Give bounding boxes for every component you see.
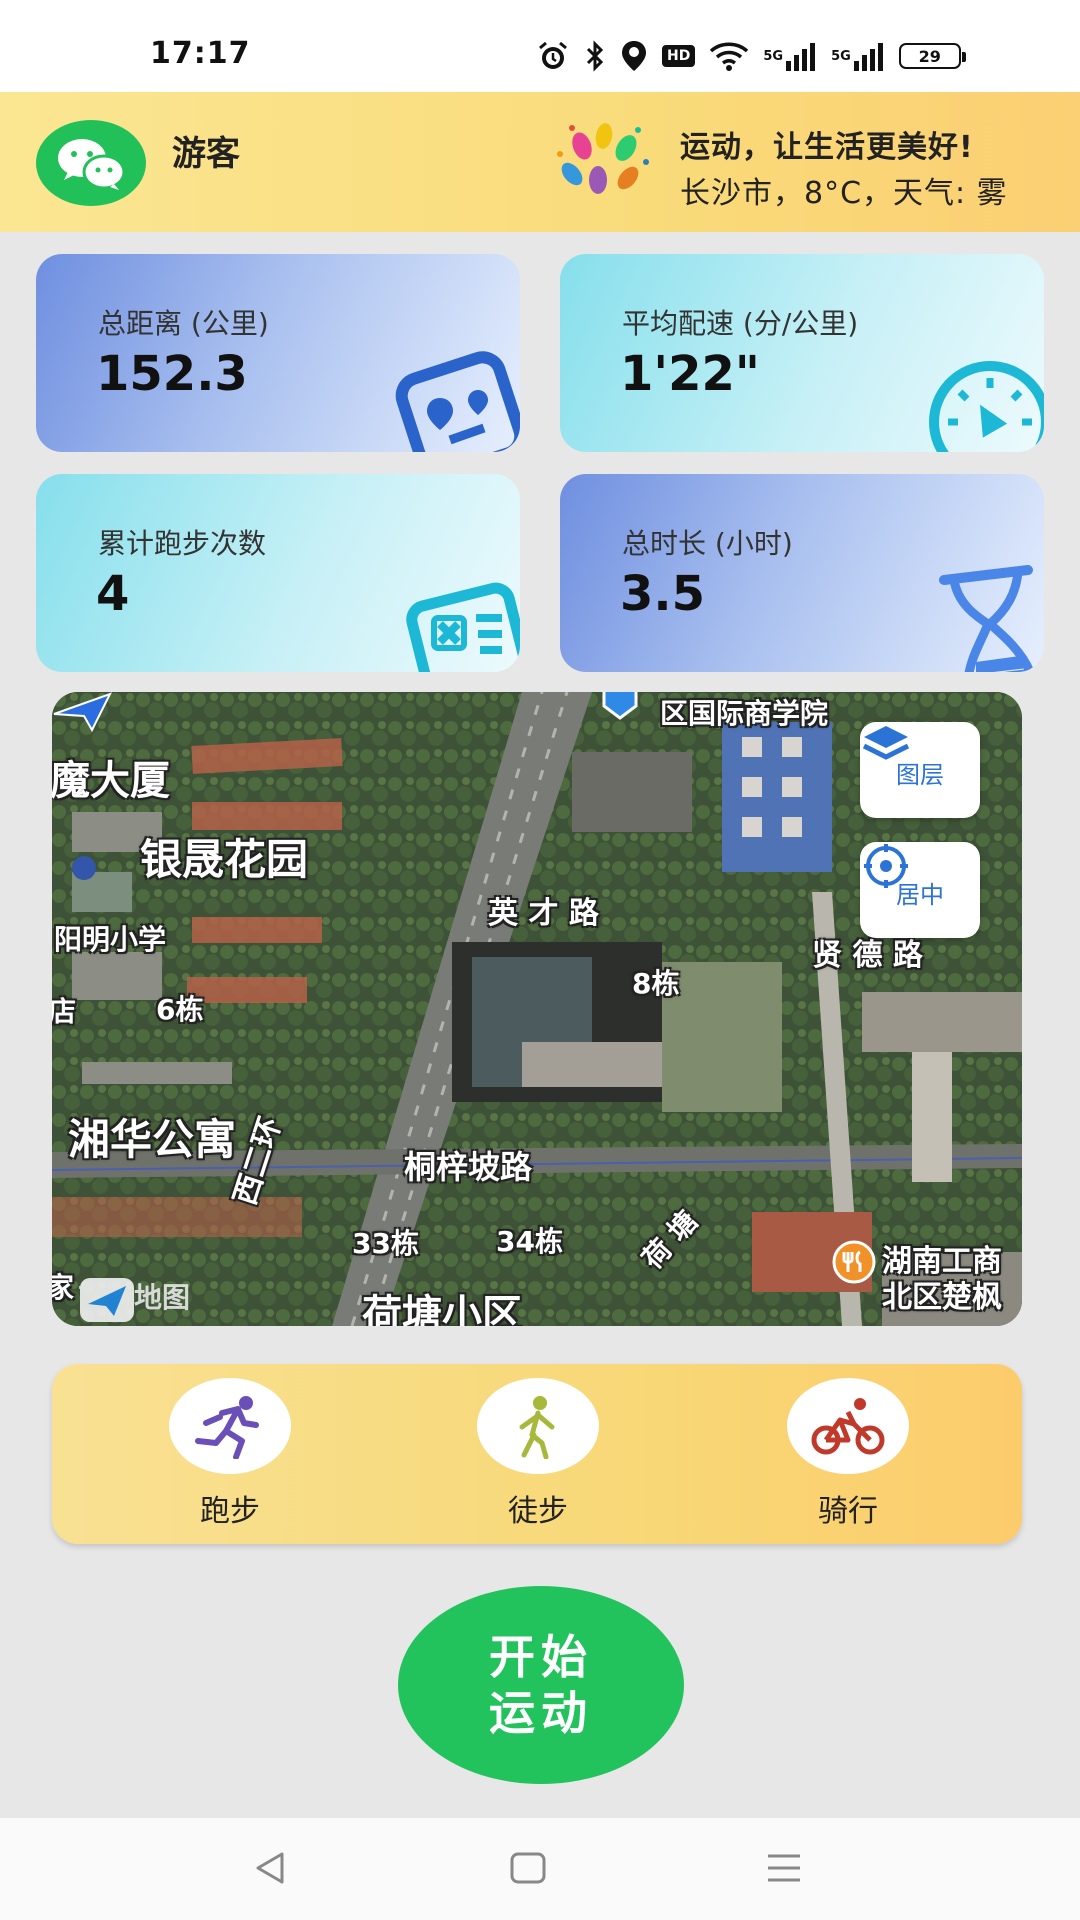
location-icon	[620, 39, 648, 73]
locate-center-icon	[864, 844, 908, 888]
map-label-building-top-left: 魔大厦	[52, 758, 170, 804]
amap-logo-icon	[80, 1278, 134, 1322]
footprint-logo-icon	[552, 118, 652, 202]
map-label-store: 店	[52, 995, 77, 1028]
map-label-building-34: 34栋	[496, 1225, 563, 1258]
map-label-yangming-school: 阳明小学	[54, 923, 167, 956]
status-icons: HD 5G 5G 29	[536, 38, 966, 74]
start-button-line2: 运动	[489, 1686, 593, 1740]
map-view[interactable]: 区国际商学院 魔大厦 银晟花园 阳明小学 店 6栋 英 才 路 8栋 贤 德 路…	[52, 692, 1022, 1326]
user-name[interactable]: 游客	[172, 126, 240, 175]
map-label-yinsheng-garden: 银晟花园	[140, 835, 309, 884]
wifi-icon	[709, 40, 749, 72]
status-time: 17:17	[150, 36, 251, 71]
poi-pin-icon[interactable]	[600, 692, 640, 720]
map-label-building-8: 8栋	[632, 967, 680, 1000]
header-banner: 游客 运动，让生活更美好! 长沙市，8°C，天气: 雾	[0, 92, 1080, 232]
stat-value-duration: 3.5	[620, 566, 706, 622]
hiking-icon	[519, 1396, 555, 1459]
sport-label-hiking: 徒步	[508, 1494, 568, 1529]
sport-label-cycling: 骑行	[818, 1494, 878, 1529]
layers-icon	[862, 726, 910, 760]
sport-type-panel: 跑步 徒步 骑行	[52, 1364, 1022, 1544]
map-center-button[interactable]: 居中	[860, 842, 980, 938]
hd-icon: HD	[662, 45, 696, 67]
stat-card-duration[interactable]: 总时长 (小时) 3.5	[560, 474, 1044, 672]
status-bar: 17:17 HD 5G 5G 29	[0, 0, 1080, 92]
sport-option-running[interactable]: 跑步	[160, 1378, 300, 1530]
map-label-building-6: 6栋	[156, 993, 204, 1026]
map-label-north-campus: 北区楚枫	[882, 1280, 1002, 1315]
map-label-building-33: 33栋	[352, 1227, 419, 1260]
map-label-xianghua-apartment: 湘华公寓	[68, 1115, 237, 1164]
stat-value-count: 4	[96, 566, 130, 622]
running-icon	[195, 1396, 259, 1459]
battery-icon: 29	[898, 43, 966, 69]
bluetooth-icon	[584, 40, 606, 72]
map-label-home: 家	[52, 1271, 75, 1304]
map-provider-logo: 高德地图	[78, 1276, 190, 1322]
menu-icon[interactable]	[764, 1848, 804, 1888]
signal-icon-2: 5G	[831, 41, 885, 71]
map-layers-button[interactable]: 图层	[860, 722, 980, 818]
stat-label-duration: 总时长 (小时)	[622, 527, 793, 560]
hourglass-icon	[939, 565, 1044, 672]
stat-card-count[interactable]: 累计跑步次数 4	[36, 474, 520, 672]
map-label-business-school: 区国际商学院	[660, 697, 829, 730]
map-pin-icon	[395, 351, 520, 452]
stat-value-pace: 1'22"	[620, 346, 760, 402]
sport-option-cycling[interactable]: 骑行	[778, 1378, 918, 1530]
sport-option-hiking[interactable]: 徒步	[468, 1378, 608, 1530]
current-location-arrow-icon	[53, 692, 112, 732]
signal-icon: 5G	[763, 41, 817, 71]
sport-label-running: 跑步	[200, 1494, 260, 1529]
map-label-tongzipo-road: 桐梓坡路	[404, 1148, 533, 1186]
stat-card-pace[interactable]: 平均配速 (分/公里) 1'22"	[560, 254, 1044, 452]
wechat-avatar[interactable]	[36, 120, 146, 206]
stat-value-distance: 152.3	[96, 346, 248, 402]
wechat-icon	[58, 139, 126, 190]
back-icon[interactable]	[250, 1848, 290, 1888]
system-navigation-bar	[0, 1818, 1080, 1920]
speedometer-icon	[929, 361, 1044, 452]
stat-label-count: 累计跑步次数	[98, 527, 267, 560]
start-button-line1: 开始	[489, 1630, 593, 1684]
stat-label-distance: 总距离 (公里)	[98, 307, 269, 340]
stat-label-pace: 平均配速 (分/公里)	[622, 307, 859, 340]
id-card-icon	[406, 582, 520, 672]
home-icon[interactable]	[508, 1848, 548, 1888]
weather-text: 长沙市，8°C，天气: 雾	[680, 176, 1008, 211]
start-exercise-button[interactable]: 开始 运动	[398, 1586, 684, 1784]
alarm-icon	[536, 39, 570, 73]
restaurant-pin-icon[interactable]	[832, 1240, 876, 1284]
slogan-text: 运动，让生活更美好!	[680, 130, 974, 165]
cycling-icon	[811, 1398, 885, 1455]
map-label-hetang-community: 荷塘小区	[362, 1292, 522, 1326]
stat-card-distance[interactable]: 总距离 (公里) 152.3	[36, 254, 520, 452]
map-label-yingcai-road: 英 才 路	[488, 896, 599, 931]
